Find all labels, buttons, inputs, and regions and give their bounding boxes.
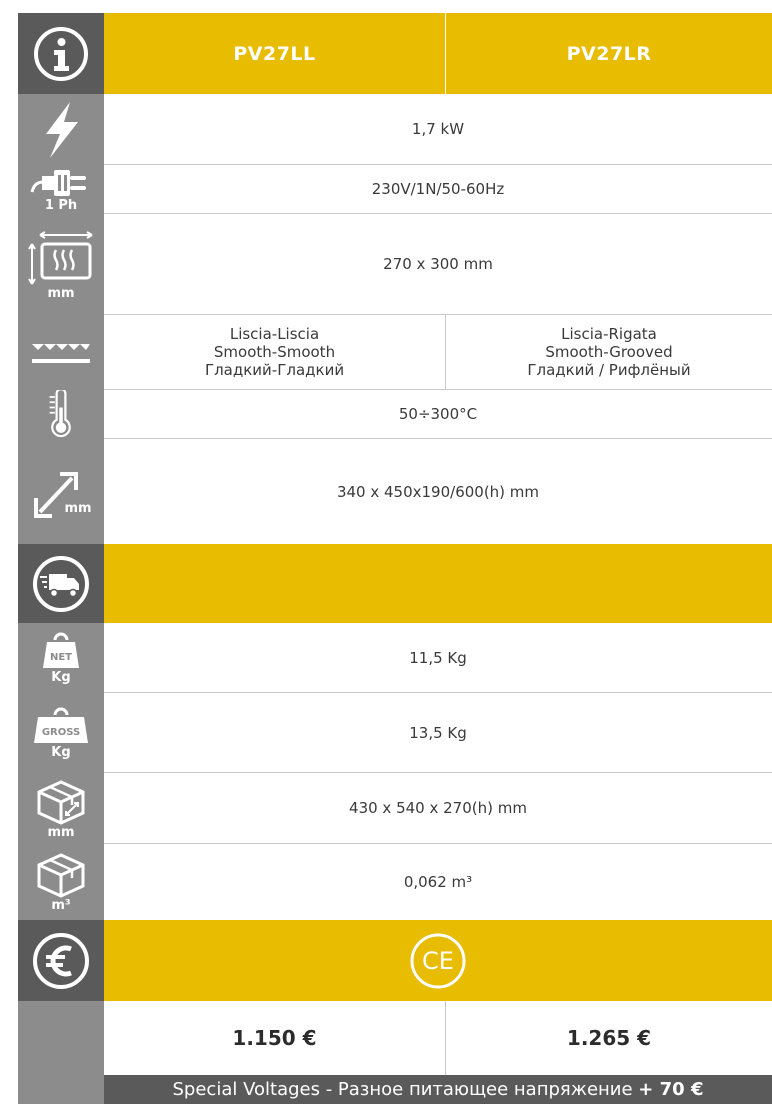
price-header-band: CE xyxy=(104,920,772,1001)
shipping-header-row xyxy=(18,544,772,623)
volume-icon-cell: m³ xyxy=(18,844,104,920)
price-left: 1.150 € xyxy=(232,1026,317,1050)
package-dimensions-row: mm 430 x 540 x 270(h) mm xyxy=(18,773,772,844)
model-right-header: PV27LR xyxy=(446,13,772,94)
volume-value: 0,062 m³ xyxy=(403,873,473,891)
delivery-truck-icon xyxy=(33,555,89,612)
net-icon-text: NET xyxy=(50,652,72,663)
volume-icon-label: m³ xyxy=(51,898,71,913)
temperature-icon-cell xyxy=(18,390,104,439)
gross-weight-icon: GROSS xyxy=(34,707,88,743)
gross-weight-value: 13,5 Kg xyxy=(104,693,772,773)
info-icon xyxy=(34,26,88,81)
net-weight-value: 11,5 Kg xyxy=(104,623,772,693)
heating-plate-icon xyxy=(28,230,93,285)
volume-row: m³ 0,062 m³ xyxy=(18,844,772,920)
price-row: 1.150 € 1.265 € xyxy=(18,1001,772,1075)
plate-surface-icon xyxy=(32,343,90,363)
lightning-icon xyxy=(46,101,78,158)
voltage-row: 1 Ph 230V/1N/50-60Hz xyxy=(18,165,772,214)
surface-right-line-2: Smooth-Grooved xyxy=(545,343,673,361)
gross-weight-icon-cell: GROSS Kg xyxy=(18,693,104,773)
temperature-row: 50÷300°C xyxy=(18,390,772,439)
special-voltages-row: Special Voltages - Разное питающее напря… xyxy=(18,1075,772,1104)
net-weight-icon-cell: NET Kg xyxy=(18,623,104,693)
power-value: 1,7 kW xyxy=(104,94,772,165)
cooking-area-row: mm 270 x 300 mm xyxy=(18,214,772,315)
cooking-area-icon-cell: mm xyxy=(18,214,104,315)
cooking-area-icon-label: mm xyxy=(47,285,75,301)
header-divider xyxy=(445,13,446,94)
thermometer-icon xyxy=(49,390,71,438)
dimensions-row: mm 340 x 450x190/600(h) mm xyxy=(18,439,772,544)
model-left-header: PV27LL xyxy=(104,13,445,94)
price-row-icon-cell xyxy=(18,1001,104,1075)
shipping-header-band xyxy=(104,544,772,623)
surface-row: Liscia-Liscia Smooth-Smooth Гладкий-Глад… xyxy=(18,315,772,390)
price-right: 1.265 € xyxy=(566,1026,652,1050)
surface-left-line-3: Гладкий-Гладкий xyxy=(204,361,345,379)
dimensions-value: 340 x 450x190/600(h) mm xyxy=(336,482,540,501)
surface-left-line-2: Smooth-Smooth xyxy=(213,343,336,361)
price-divider xyxy=(445,1001,446,1075)
surface-right-line-3: Гладкий / Рифлёный xyxy=(527,361,691,379)
surface-icon-cell xyxy=(18,315,104,390)
net-weight-icon-label: Kg xyxy=(51,670,71,685)
header-row: PV27LL PV27LR xyxy=(18,13,772,94)
special-voltages-surcharge: + 70 € xyxy=(638,1079,704,1100)
special-voltages-icon-cell xyxy=(18,1075,104,1104)
special-voltages-bar: Special Voltages - Разное питающее напря… xyxy=(104,1075,772,1104)
power-icon-cell xyxy=(18,94,104,165)
package-box-icon xyxy=(37,779,85,825)
gross-weight-icon-label: Kg xyxy=(51,745,71,760)
net-weight-icon: NET xyxy=(43,632,79,668)
price-header-row: CE xyxy=(18,920,772,1001)
surface-left-cell: Liscia-Liscia Smooth-Smooth Гладкий-Глад… xyxy=(104,315,445,390)
package-dimensions-value: 430 x 540 x 270(h) mm xyxy=(104,773,772,844)
power-supply-icon-label: 1 Ph xyxy=(44,197,78,213)
cooking-area-value: 270 x 300 mm xyxy=(104,214,772,315)
ce-mark-text: CE xyxy=(422,947,454,975)
surface-left-line-1: Liscia-Liscia xyxy=(229,325,320,343)
package-dimensions-icon-label: mm xyxy=(47,824,75,840)
surface-right-line-1: Liscia-Rigata xyxy=(561,325,657,343)
euro-icon xyxy=(33,932,89,989)
gross-icon-text: GROSS xyxy=(42,727,80,738)
shipping-icon-cell xyxy=(18,544,104,623)
voltage-icon-cell: 1 Ph xyxy=(18,165,104,214)
package-dimensions-icon-cell: mm xyxy=(18,773,104,844)
special-voltages-text: Special Voltages - Разное питающее напря… xyxy=(172,1079,639,1100)
info-cell xyxy=(18,13,104,94)
price-icon-cell xyxy=(18,920,104,1001)
surface-right-cell: Liscia-Rigata Smooth-Grooved Гладкий / Р… xyxy=(446,315,772,390)
dimensions-icon-cell: mm xyxy=(18,439,104,544)
power-row: 1,7 kW xyxy=(18,94,772,165)
surface-divider xyxy=(445,315,446,390)
package-volume-icon xyxy=(37,853,85,898)
dimensions-icon-label: mm xyxy=(64,501,92,516)
voltage-value: 230V/1N/50-60Hz xyxy=(104,165,772,214)
plug-icon xyxy=(30,169,86,196)
temperature-value: 50÷300°C xyxy=(104,390,772,439)
net-weight-row: NET Kg 11,5 Kg xyxy=(18,623,772,693)
ce-mark-icon: CE xyxy=(410,933,466,988)
gross-weight-row: GROSS Kg 13,5 Kg xyxy=(18,693,772,773)
